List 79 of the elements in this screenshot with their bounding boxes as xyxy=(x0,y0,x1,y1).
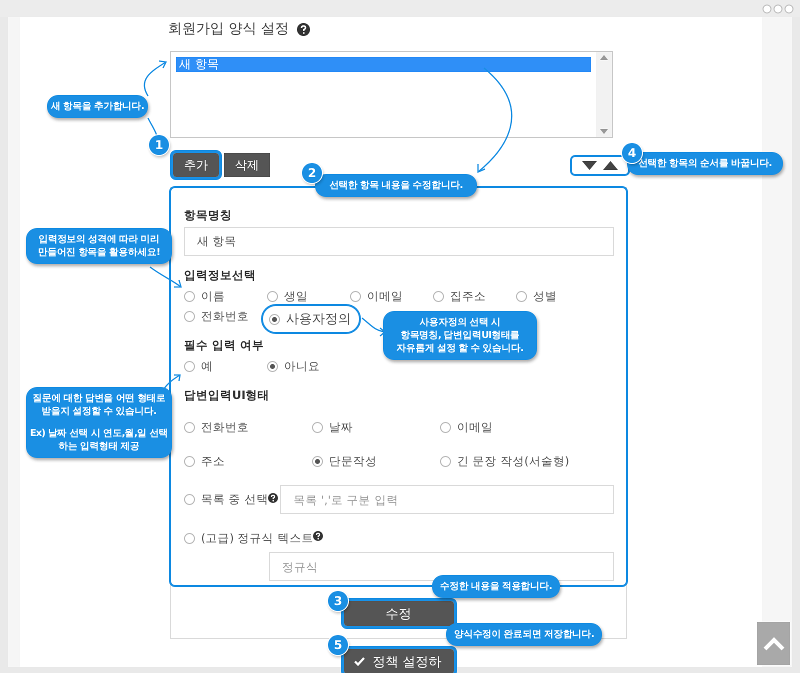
step-badge: 5 xyxy=(328,635,348,655)
option-label: 이름 xyxy=(201,288,225,304)
radio-button[interactable] xyxy=(312,456,323,466)
field-label: 항목명칭 xyxy=(184,208,232,223)
callout-text: 선택한 항목 내용을 수정합니다. xyxy=(329,179,463,192)
help-icon[interactable] xyxy=(296,22,310,36)
option-label: 단문작성 xyxy=(329,454,377,468)
option-label: 이메일 xyxy=(367,288,403,304)
radio-button[interactable] xyxy=(184,310,195,322)
radio-button[interactable] xyxy=(269,314,280,324)
option-label: 성별 xyxy=(533,288,557,304)
name-field[interactable]: 새 항목 xyxy=(184,227,614,256)
chevron-up-icon xyxy=(762,636,784,650)
radio-button[interactable] xyxy=(267,360,278,372)
option-label: 날짜 xyxy=(329,420,353,434)
option-label: 아니요 xyxy=(284,358,320,374)
option-label: 집주소 xyxy=(450,288,486,304)
scroll-down-icon[interactable] xyxy=(600,129,608,134)
radio-button[interactable] xyxy=(267,290,278,302)
callout-text: 입력정보의 성격에 따라 미리 xyxy=(38,233,160,246)
option-label: 이메일 xyxy=(457,420,493,434)
page-title: 회원가입 양식 설정 xyxy=(168,20,289,38)
move-up-button[interactable] xyxy=(603,160,618,170)
callout-text: 항목명칭, 답변입력UI형태를 xyxy=(400,329,520,342)
move-down-button[interactable] xyxy=(582,160,597,170)
option-label: 주소 xyxy=(201,454,225,468)
option-label: 전화번호 xyxy=(201,308,249,324)
radio-button[interactable] xyxy=(433,290,444,302)
option-label: 예 xyxy=(201,358,213,374)
step-badge: 3 xyxy=(328,591,348,611)
field-label: 입력정보선택 xyxy=(184,268,256,283)
callout-text: 수정한 내용을 적용합니다. xyxy=(440,580,552,593)
radio-button[interactable] xyxy=(184,290,195,302)
field-label: 필수 입력 여부 xyxy=(184,338,264,353)
radio-button[interactable] xyxy=(184,532,195,544)
step-badge: 1 xyxy=(149,135,169,155)
scroll-up-icon[interactable] xyxy=(600,55,608,60)
apply-button[interactable]: 수정 xyxy=(344,601,454,626)
option-label: 긴 문장 작성(서술형) xyxy=(457,454,570,468)
radio-button[interactable] xyxy=(184,456,195,466)
scroll-top-button[interactable] xyxy=(757,622,790,665)
radio-button[interactable] xyxy=(184,360,195,372)
option-label: (고급) 정규식 텍스트 xyxy=(201,530,314,546)
list-field[interactable]: 목록 ','로 구분 입력 xyxy=(280,485,614,514)
radio-button[interactable] xyxy=(440,456,451,466)
callout-text: 양식수정이 완료되면 저장합니다. xyxy=(454,628,594,641)
callout-text: 사용자정의 선택 시 xyxy=(420,316,500,329)
option-label: 생일 xyxy=(284,288,308,304)
step-badge: 2 xyxy=(302,163,322,183)
option-label: 전화번호 xyxy=(201,420,249,434)
radio-button[interactable] xyxy=(312,422,323,432)
radio-button[interactable] xyxy=(440,422,451,432)
radio-button[interactable] xyxy=(350,290,361,302)
option-label: 사용자정의 xyxy=(286,312,351,326)
option-label: 목록 중 선택 xyxy=(201,492,268,507)
field-label: 답변입력UI형태 xyxy=(184,388,270,403)
callout-text: 질문에 대한 답변을 어떤 형태로 xyxy=(32,392,166,405)
delete-button[interactable]: 삭제 xyxy=(224,153,270,177)
callout-text: 자유롭게 설정 할 수 있습니다. xyxy=(396,342,524,355)
caret-up-icon xyxy=(603,160,618,170)
callout-text: 하는 입력형태 제공 xyxy=(58,440,140,453)
add-button[interactable]: 추가 xyxy=(173,153,219,177)
radio-button[interactable] xyxy=(184,422,195,432)
callout-text: 새 항목을 추가합니다. xyxy=(50,100,144,113)
callout-text: Ex) 날짜 선택 시 연도,월,일 선택 xyxy=(30,427,168,440)
radio-button[interactable] xyxy=(516,290,527,302)
regex-field[interactable]: 정규식 xyxy=(269,552,614,581)
save-button[interactable]: 정책 설정하 xyxy=(344,649,454,673)
window-controls-icon xyxy=(762,4,794,14)
callout-text: 만들어진 항목을 활용하세요! xyxy=(38,246,160,259)
help-icon[interactable] xyxy=(313,531,324,541)
caret-down-icon xyxy=(582,160,597,170)
pointer-arrow xyxy=(144,60,167,96)
pointer-arrow xyxy=(150,266,182,288)
help-icon[interactable] xyxy=(268,492,278,502)
check-icon xyxy=(354,657,364,666)
scrollbar[interactable] xyxy=(596,52,612,137)
radio-button[interactable] xyxy=(184,494,195,505)
callout-text: 받을지 설정할 수 있습니다. xyxy=(42,405,156,418)
